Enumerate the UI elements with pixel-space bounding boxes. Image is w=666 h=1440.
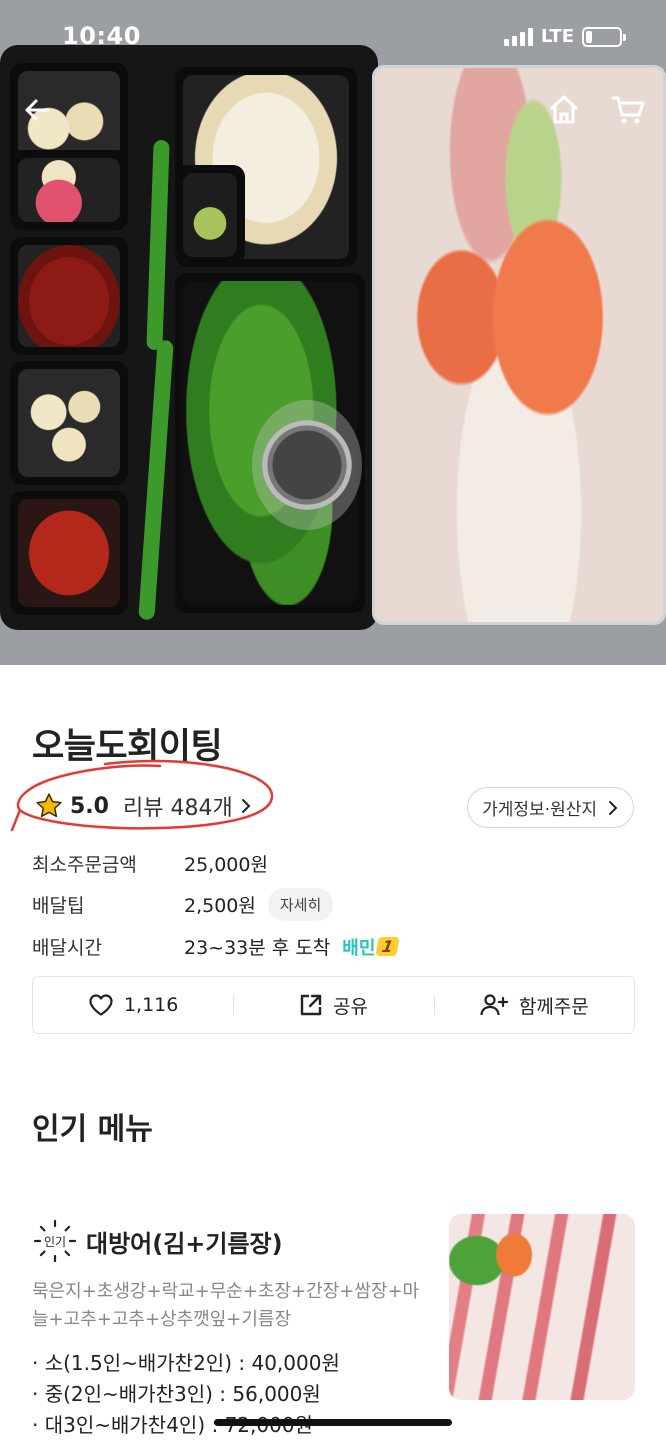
baemin-badge-text: 배민	[342, 937, 376, 959]
action-bar: 1,116 공유 함께주문	[32, 976, 635, 1034]
delivery-tip-value: 2,500원	[184, 895, 256, 917]
home-icon[interactable]	[546, 92, 582, 128]
menu-item-name: 대방어(김+기름장)	[86, 1230, 283, 1258]
tray-compartment	[10, 150, 128, 230]
menu-item-thumbnail	[449, 1214, 635, 1400]
store-info-origin-button[interactable]: 가게정보·원산지	[467, 787, 634, 828]
heart-icon	[89, 994, 113, 1016]
battery-icon	[582, 26, 626, 47]
share-button[interactable]: 공유	[233, 977, 433, 1033]
price-option: 소(1.5인~배가찬2인) : 40,000원	[32, 1348, 340, 1379]
share-label: 공유	[333, 995, 368, 1018]
menu-item-card[interactable]: 인기 대방어(김+기름장) 묵은지+초생강+락교+무순+초장+간장+쌈장+마늘+…	[32, 1214, 635, 1440]
signal-icon	[503, 27, 533, 46]
popular-badge: 인기	[32, 1218, 78, 1264]
delivery-time-value: 23~33분 후 도착	[184, 937, 331, 959]
like-count: 1,116	[123, 994, 179, 1016]
delivery-tip-detail-button[interactable]: 자세히	[267, 888, 334, 921]
red-circle-annotation	[10, 759, 274, 832]
like-button[interactable]: 1,116	[33, 977, 233, 1033]
status-indicators: LTE	[503, 26, 626, 47]
tray-compartment	[10, 361, 128, 485]
network-label: LTE	[540, 26, 574, 47]
store-info-label: 가게정보·원산지	[482, 800, 597, 820]
baemin-one-badge: 배민 1	[342, 934, 401, 960]
share-icon	[300, 994, 322, 1016]
add-person-icon	[480, 994, 508, 1016]
back-arrow-icon[interactable]	[20, 92, 56, 128]
baemin-badge-one: 1	[375, 937, 401, 956]
cart-icon[interactable]	[610, 92, 646, 128]
tray-compartment	[10, 237, 128, 355]
delivery-time-row: 배달시간 23~33분 후 도착 배민 1	[32, 933, 401, 960]
price-option: 중(2인~배가찬3인) : 56,000원	[32, 1379, 340, 1410]
chevron-right-icon	[609, 800, 618, 815]
menu-price-options: 소(1.5인~배가찬2인) : 40,000원 중(2인~배가찬3인) : 56…	[32, 1348, 340, 1440]
sashimi-platter	[372, 65, 666, 625]
min-order-value: 25,000원	[184, 854, 268, 876]
delivery-time-label: 배달시간	[32, 937, 102, 959]
group-order-label: 함께주문	[518, 995, 589, 1018]
tray-compartment	[175, 165, 245, 265]
side-dish-tray	[0, 45, 378, 630]
delivery-tip-row: 배달팁 2,500원 자세히	[32, 888, 334, 921]
status-time: 10:40	[62, 22, 141, 50]
badge-burst-icon: 인기	[33, 1219, 77, 1263]
min-order-row: 최소주문금액 25,000원	[32, 850, 268, 877]
menu-item-description: 묵은지+초생강+락교+무순+초장+간장+쌈장+마늘+고추+고추+상추깻잎+기름장	[32, 1281, 420, 1330]
sauce-cup	[252, 400, 362, 530]
delivery-tip-label: 배달팁	[32, 895, 85, 917]
tray-compartment	[10, 491, 128, 615]
min-order-label: 최소주문금액	[32, 854, 137, 876]
home-indicator	[214, 1419, 452, 1426]
store-hero-image: 10:40 LTE	[0, 0, 666, 665]
popular-menu-title: 인기 메뉴	[32, 1112, 153, 1147]
popular-badge-label: 인기	[44, 1235, 66, 1249]
group-order-button[interactable]: 함께주문	[433, 977, 634, 1033]
